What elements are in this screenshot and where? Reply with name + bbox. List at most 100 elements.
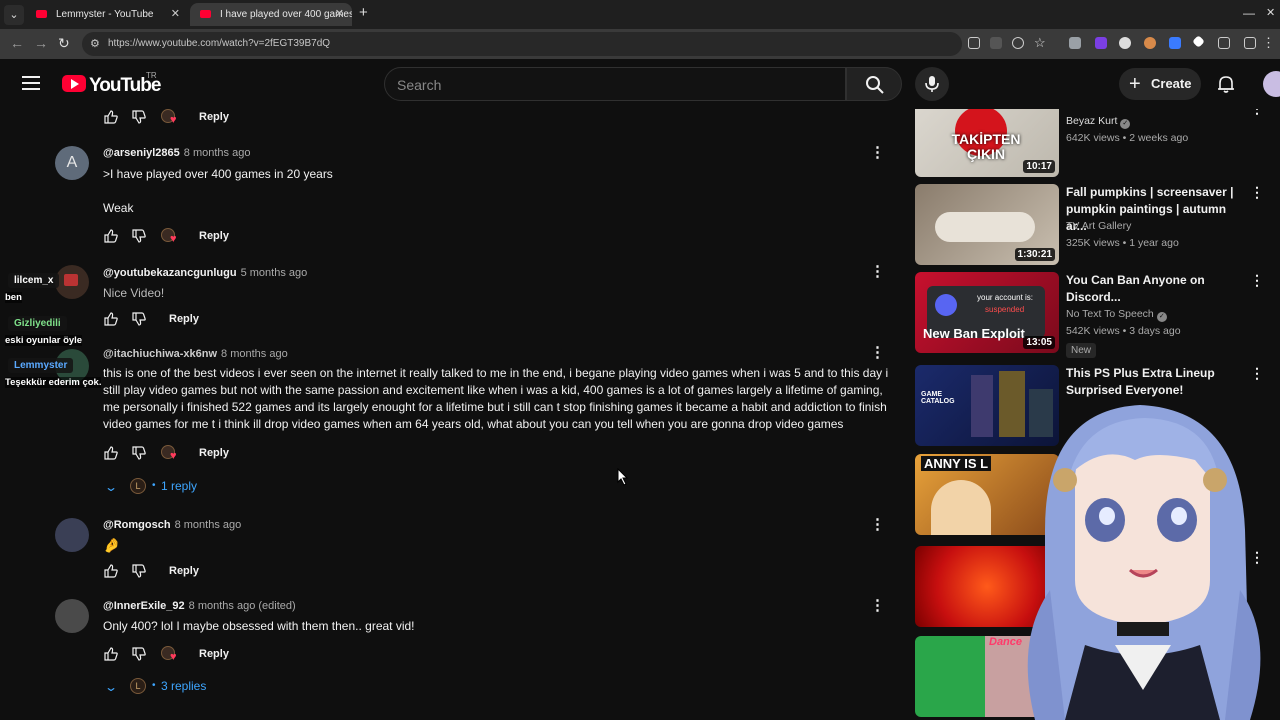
like-thumb-icon[interactable] — [103, 646, 119, 662]
video-thumbnail[interactable]: 1:30:21 — [915, 184, 1059, 265]
create-button[interactable]: + Create — [1119, 68, 1201, 100]
dislike-thumb-icon[interactable] — [131, 311, 147, 327]
dislike-thumb-icon[interactable] — [131, 563, 147, 579]
video-channel[interactable]: Beyaz Kurt ✓ — [1066, 115, 1131, 129]
browser-tab-bar: ⌄ Lemmyster - YouTube ✕ I have played ov… — [0, 0, 1280, 29]
tab-close-icon[interactable]: ✕ — [171, 3, 180, 26]
extension-icon[interactable] — [1069, 37, 1081, 49]
comment-author[interactable]: @itachiuchiwa-xk6nw 8 months ago — [103, 348, 288, 360]
comment-handle[interactable]: @youtubekazancgunlugu — [103, 267, 237, 279]
browser-tab-active-video[interactable]: I have played over 400 games in ✕ — [190, 3, 352, 26]
commenter-avatar[interactable]: A — [55, 146, 89, 180]
zoom-icon[interactable] — [1012, 37, 1024, 49]
comment-more-icon[interactable]: ⋮ — [870, 598, 885, 614]
minimize-icon[interactable]: — — [1243, 6, 1255, 20]
reply-button[interactable]: Reply — [169, 565, 199, 577]
extensions-puzzle-icon[interactable] — [1218, 37, 1230, 49]
search-button[interactable] — [846, 67, 902, 101]
browser-menu-icon[interactable]: ⋮ — [1262, 35, 1275, 51]
comment-handle[interactable]: @itachiuchiwa-xk6nw — [103, 348, 217, 360]
dislike-thumb-icon[interactable] — [131, 646, 147, 662]
reply-button[interactable]: Reply — [199, 111, 229, 123]
tab-search-dropdown[interactable]: ⌄ — [4, 5, 24, 25]
notifications-bell-icon[interactable] — [1216, 74, 1236, 94]
extension-icon[interactable] — [1192, 35, 1205, 48]
creator-avatar: L — [130, 478, 146, 494]
url-field[interactable]: ⚙ https://www.youtube.com/watch?v=2fEGT3… — [82, 32, 962, 56]
translate-icon[interactable] — [990, 37, 1002, 49]
account-avatar[interactable] — [1263, 71, 1280, 97]
like-thumb-icon[interactable] — [103, 109, 119, 125]
video-thumbnail[interactable]: your account is: suspended New Ban Explo… — [915, 272, 1059, 353]
reply-button[interactable]: Reply — [169, 313, 199, 325]
hamburger-menu-icon[interactable] — [22, 76, 40, 90]
reply-button[interactable]: Reply — [199, 230, 229, 242]
video-more-icon[interactable]: ⋮ — [1250, 272, 1264, 289]
dislike-thumb-icon[interactable] — [131, 109, 147, 125]
youtube-logo-icon[interactable] — [62, 75, 86, 92]
comment-more-icon[interactable]: ⋮ — [870, 145, 885, 161]
extension-icon[interactable] — [1144, 37, 1156, 49]
creator-heart-badge: ♥ — [161, 646, 179, 664]
search-input[interactable] — [397, 75, 817, 95]
voice-search-button[interactable] — [915, 67, 949, 101]
bookmark-star-icon[interactable]: ☆ — [1034, 35, 1046, 51]
channel-name[interactable]: No Text To Speech — [1066, 308, 1154, 320]
comment-time: 8 months ago — [174, 519, 242, 531]
commenter-avatar[interactable] — [55, 599, 89, 633]
forward-arrow-icon[interactable]: → — [34, 35, 48, 51]
extension-icon[interactable] — [1119, 37, 1131, 49]
comment-author[interactable]: @Romgosch 8 months ago — [103, 519, 241, 531]
thumbnail-text: GAME CATALOG — [921, 391, 955, 405]
comment-text: this is one of the best videos i ever se… — [103, 366, 889, 431]
browser-tab-lemmyster[interactable]: Lemmyster - YouTube ✕ — [26, 3, 188, 26]
commenter-avatar[interactable] — [55, 518, 89, 552]
video-channel[interactable]: No Text To Speech ✓ — [1066, 308, 1167, 322]
comment-author[interactable]: @InnerExile_92 8 months ago (edited) — [103, 600, 296, 612]
cast-icon[interactable] — [968, 37, 980, 49]
comment-more-icon[interactable]: ⋮ — [870, 264, 885, 280]
comment-time: 8 months ago — [183, 147, 251, 159]
comment-text: Weak — [103, 201, 134, 215]
video-duration: 13:05 — [1023, 336, 1055, 349]
comment-author[interactable]: @youtubekazancgunlugu 5 months ago — [103, 267, 307, 279]
tab-title: Lemmyster - YouTube — [56, 9, 154, 20]
comment-time: 8 months ago (edited) — [188, 600, 296, 612]
back-arrow-icon[interactable]: ← — [10, 35, 24, 51]
video-more-icon[interactable]: ⋮ — [1250, 365, 1264, 382]
comment-handle[interactable]: @Romgosch — [103, 519, 171, 531]
video-more-icon[interactable]: ⋮ — [1250, 184, 1264, 201]
create-label: Create — [1151, 76, 1192, 91]
new-tab-plus-icon[interactable]: + — [359, 4, 368, 21]
dislike-thumb-icon[interactable] — [131, 228, 147, 244]
search-box[interactable] — [384, 67, 846, 101]
extension-icon[interactable] — [1169, 37, 1181, 49]
tab-close-icon[interactable]: ✕ — [335, 3, 344, 26]
close-window-icon[interactable]: ✕ — [1266, 6, 1275, 19]
video-title[interactable]: You Can Ban Anyone on Discord... — [1066, 272, 1246, 306]
search-icon — [866, 76, 884, 94]
comment-time: 8 months ago — [221, 348, 288, 360]
channel-name[interactable]: Beyaz Kurt — [1066, 115, 1117, 127]
video-thumbnail[interactable]: TAKİPTEN ÇIKIN 10:17 — [915, 109, 1059, 177]
video-more-icon[interactable]: ⋮ — [1250, 109, 1264, 117]
reply-button[interactable]: Reply — [199, 648, 229, 660]
comment-more-icon[interactable]: ⋮ — [870, 517, 885, 533]
like-thumb-icon[interactable] — [103, 563, 119, 579]
like-thumb-icon[interactable] — [103, 445, 119, 461]
reload-icon[interactable]: ↻ — [58, 35, 70, 52]
comment-author[interactable]: @arseniyl2865 8 months ago — [103, 147, 250, 159]
replies-count[interactable]: 3 replies — [161, 679, 206, 693]
video-channel[interactable]: TV Art Gallery — [1066, 220, 1131, 232]
like-thumb-icon[interactable] — [103, 228, 119, 244]
reply-button[interactable]: Reply — [199, 447, 229, 459]
youtube-favicon-icon — [36, 10, 47, 18]
replies-count[interactable]: 1 reply — [161, 479, 197, 493]
comment-handle[interactable]: @InnerExile_92 — [103, 600, 185, 612]
comment-more-icon[interactable]: ⋮ — [870, 345, 885, 361]
site-info-icon[interactable]: ⚙ — [90, 37, 100, 50]
comment-handle[interactable]: @arseniyl2865 — [103, 147, 180, 159]
extension-icon[interactable] — [1095, 37, 1107, 49]
dislike-thumb-icon[interactable] — [131, 445, 147, 461]
side-panel-icon[interactable] — [1244, 37, 1256, 49]
